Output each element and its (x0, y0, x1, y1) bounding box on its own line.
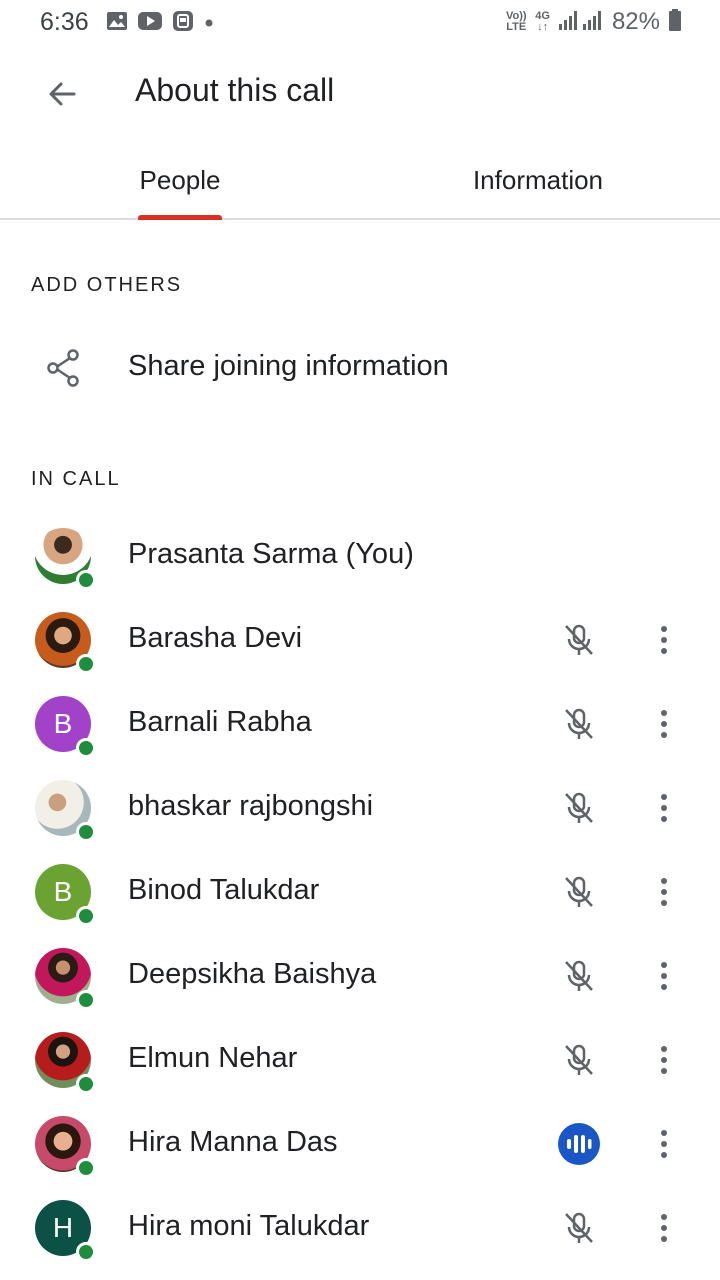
add-others-header: ADD OTHERS (31, 274, 183, 296)
avatar-letter: B (53, 708, 73, 739)
in-call-header: IN CALL (31, 468, 121, 490)
more-vert-icon (661, 626, 667, 654)
more-options-button[interactable] (648, 702, 680, 746)
participant-name: Barasha Devi (128, 622, 303, 654)
status-time: 6:36 (40, 8, 89, 36)
page-title: About this call (135, 72, 335, 108)
youtube-icon (138, 12, 162, 35)
presence-indicator (76, 906, 96, 926)
presence-indicator (76, 654, 96, 674)
status-bar: 6:36 Vo)) LTE 4G ↓↑ 82% (0, 0, 720, 46)
more-vert-icon (661, 878, 667, 906)
participant-row[interactable]: B Binod Talukdar (0, 850, 720, 934)
presence-indicator (76, 990, 96, 1010)
share-label: Share joining information (128, 350, 449, 382)
speaking-indicator-icon (558, 1123, 600, 1165)
arrow-back-icon (49, 82, 76, 106)
tab-people[interactable]: People (120, 142, 240, 218)
participant-name: Elmun Nehar (128, 1042, 298, 1074)
top-app-bar: About this call (0, 46, 720, 142)
dot-icon (204, 15, 214, 33)
more-options-button[interactable] (648, 1122, 680, 1166)
data-arrows-icon: ↓↑ (537, 21, 549, 33)
battery-icon (668, 8, 682, 36)
participant-row[interactable]: Hira Manna Das (0, 1102, 720, 1186)
more-options-button[interactable] (648, 954, 680, 998)
participant-name: Hira moni Talukdar (128, 1210, 370, 1242)
back-button[interactable] (38, 70, 86, 118)
more-vert-icon (661, 794, 667, 822)
participant-row[interactable]: B Barnali Rabha (0, 682, 720, 766)
presence-indicator (76, 570, 96, 590)
share-icon (42, 346, 86, 390)
more-vert-icon (661, 962, 667, 990)
mic-off-icon[interactable] (557, 618, 601, 662)
mic-off-icon[interactable] (557, 954, 601, 998)
participant-row[interactable]: bhaskar rajbongshi (0, 766, 720, 850)
presence-indicator (76, 822, 96, 842)
presence-indicator (76, 1158, 96, 1178)
mic-off-icon[interactable] (557, 1038, 601, 1082)
more-vert-icon (661, 1214, 667, 1242)
participant-name: Barnali Rabha (128, 706, 312, 738)
tab-information[interactable]: Information (450, 142, 626, 218)
more-options-button[interactable] (648, 1038, 680, 1082)
participant-row[interactable]: Elmun Nehar (0, 1018, 720, 1102)
notification-icons (106, 10, 214, 37)
tab-indicator (138, 215, 222, 220)
avatar-letter: H (52, 1212, 74, 1243)
mic-off-icon[interactable] (557, 870, 601, 914)
participant-name: Prasanta Sarma (You) (128, 538, 414, 570)
status-right: Vo)) LTE 4G ↓↑ 82% (505, 8, 682, 36)
avatar-letter: B (53, 876, 73, 907)
participant-row[interactable]: Deepsikha Baishya (0, 934, 720, 1018)
participant-list: Prasanta Sarma (You) Barasha Devi B Barn… (0, 514, 720, 1270)
more-options-button[interactable] (648, 618, 680, 662)
participant-name: bhaskar rajbongshi (128, 790, 374, 822)
presence-indicator (76, 1242, 96, 1262)
presence-indicator (76, 1074, 96, 1094)
participant-row[interactable]: H Hira moni Talukdar (0, 1186, 720, 1270)
image-icon (106, 11, 128, 36)
app-notification-icon (172, 10, 194, 37)
participant-row[interactable]: Barasha Devi (0, 598, 720, 682)
network-indicator: 4G ↓↑ (535, 11, 550, 33)
battery-percent: 82% (611, 8, 660, 35)
participant-name: Hira Manna Das (128, 1126, 338, 1158)
mic-off-icon[interactable] (557, 1206, 601, 1250)
participant-row[interactable]: Prasanta Sarma (You) (0, 514, 720, 598)
volte-label: Vo)) LTE (505, 10, 527, 33)
participant-name: Deepsikha Baishya (128, 958, 377, 990)
more-options-button[interactable] (648, 870, 680, 914)
more-vert-icon (661, 1046, 667, 1074)
more-options-button[interactable] (648, 1206, 680, 1250)
more-vert-icon (661, 1130, 667, 1158)
signal-icon (558, 10, 604, 35)
participant-name: Binod Talukdar (128, 874, 320, 906)
more-options-button[interactable] (648, 786, 680, 830)
presence-indicator (76, 738, 96, 758)
more-vert-icon (661, 710, 667, 738)
mic-off-icon[interactable] (557, 786, 601, 830)
mic-off-icon[interactable] (557, 702, 601, 746)
share-joining-info-button[interactable]: Share joining information (0, 326, 720, 410)
tab-bar: People Information (0, 142, 720, 220)
